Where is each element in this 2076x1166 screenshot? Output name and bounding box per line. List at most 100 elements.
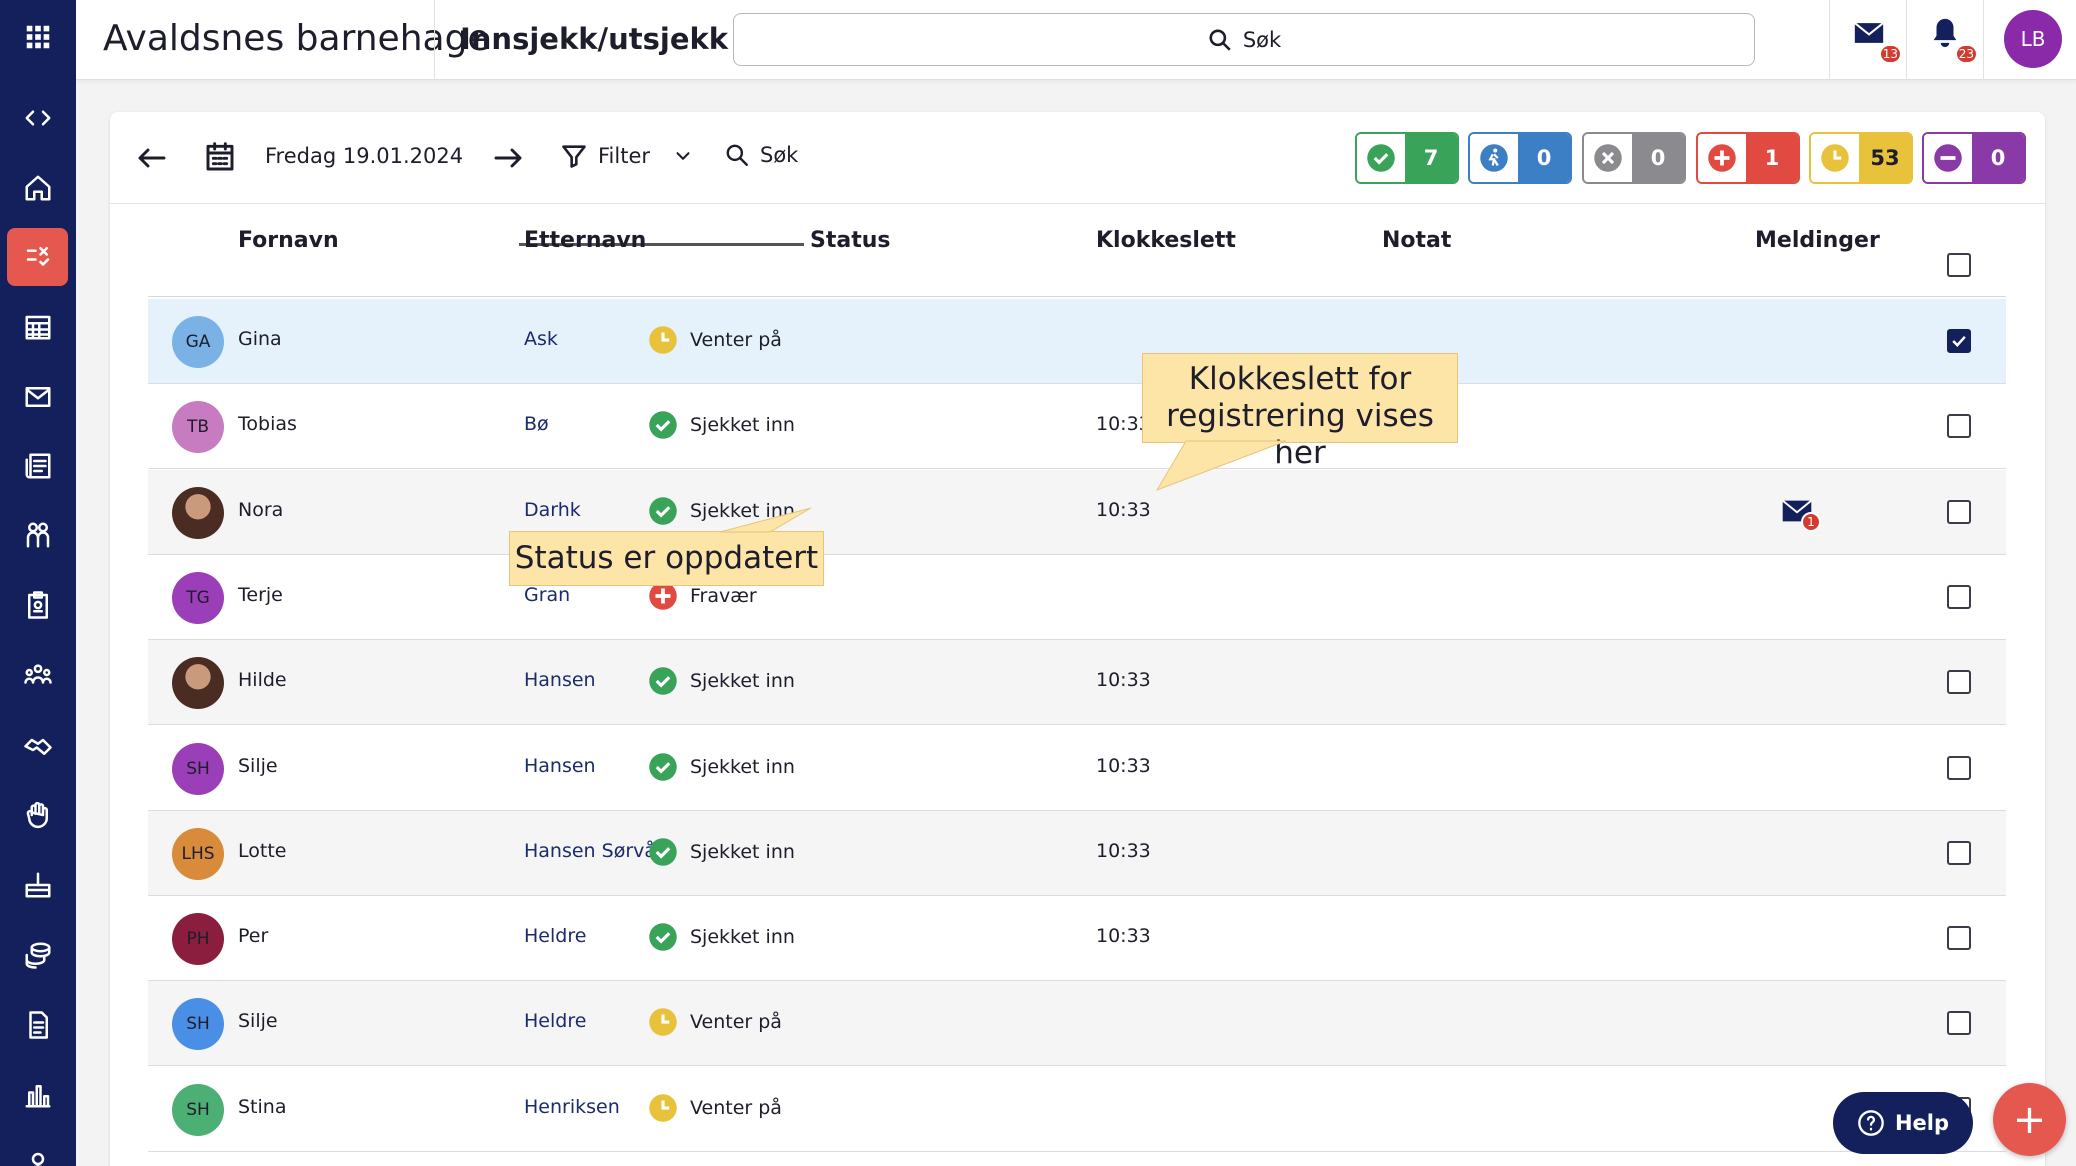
table-row[interactable]: LHS Lotte Hansen Sørvåg Sjekket inn 10:33 — [148, 810, 2006, 896]
time-cell: 10:33 — [1096, 925, 1151, 948]
date-label[interactable]: Fredag 19.01.2024 — [265, 144, 463, 168]
last-name[interactable]: Darhk — [524, 499, 581, 521]
last-name[interactable]: Hansen Sørvåg — [524, 840, 668, 862]
calendar-icon[interactable] — [7, 298, 68, 356]
table-row[interactable]: Nora Darhk Sjekket inn 10:33 1 — [148, 469, 2006, 555]
news-icon[interactable] — [7, 437, 68, 495]
first-name[interactable]: Silje — [238, 755, 278, 777]
first-name[interactable]: Gina — [238, 328, 282, 350]
mail-icon[interactable] — [7, 368, 68, 426]
column-header-klokkeslett[interactable]: Klokkeslett — [1096, 228, 1236, 253]
row-checkbox[interactable] — [1947, 840, 1971, 865]
row-checkbox[interactable] — [1947, 329, 1971, 353]
header-divider — [1829, 0, 1830, 80]
counter-absent[interactable]: 0 — [1582, 132, 1686, 184]
table-row[interactable]: SH Stina Henriksen Venter på — [148, 1067, 2006, 1152]
table-row[interactable]: GA Gina Ask Venter på — [148, 299, 2006, 384]
last-name[interactable]: Hansen — [524, 669, 596, 691]
last-name[interactable]: Henriksen — [524, 1096, 620, 1118]
next-day-button[interactable] — [492, 142, 524, 174]
column-header-meldinger[interactable]: Meldinger — [1755, 228, 1880, 253]
notifications-button[interactable]: 23 — [1928, 16, 1978, 66]
prev-day-button[interactable] — [136, 142, 168, 174]
children-icon[interactable] — [7, 506, 68, 564]
home-icon[interactable] — [7, 159, 68, 217]
table-row[interactable]: TG Terje Gran Fravær — [148, 555, 2006, 640]
first-name[interactable]: Lotte — [238, 840, 286, 862]
last-name[interactable]: Heldre — [524, 925, 586, 947]
counter-off[interactable]: 0 — [1922, 132, 2026, 184]
first-name[interactable]: Tobias — [238, 413, 297, 435]
last-name[interactable]: Ask — [524, 328, 558, 350]
table-row[interactable]: TB Tobias Bø Sjekket inn 10:33 — [148, 384, 2006, 470]
table-row[interactable]: SH Silje Heldre Venter på — [148, 981, 2006, 1067]
global-search-input[interactable]: Søk — [733, 13, 1755, 66]
time-cell: 10:33 — [1096, 754, 1151, 777]
row-checkbox[interactable] — [1947, 926, 1971, 951]
groups-icon[interactable] — [7, 646, 68, 704]
first-name[interactable]: Silje — [238, 1010, 278, 1032]
last-name[interactable]: Bø — [524, 413, 549, 435]
status-cell[interactable]: Sjekket inn — [648, 922, 795, 952]
chart-icon[interactable] — [7, 1066, 68, 1124]
status-cell[interactable]: Sjekket inn — [648, 752, 795, 782]
person-icon[interactable] — [7, 1135, 68, 1166]
first-name[interactable]: Terje — [238, 584, 283, 606]
status-cell[interactable]: Sjekket inn — [648, 837, 795, 867]
table-search-button[interactable]: Søk — [724, 142, 798, 168]
user-avatar[interactable]: LB — [2004, 10, 2062, 68]
row-checkbox[interactable] — [1947, 414, 1971, 439]
checkin-icon[interactable] — [7, 228, 68, 286]
column-header-etternavn[interactable]: Etternavn — [524, 228, 646, 253]
last-name[interactable]: Hansen — [524, 755, 596, 777]
callout-tail — [1156, 440, 1286, 491]
last-name[interactable]: Heldre — [524, 1010, 586, 1032]
row-checkbox[interactable] — [1947, 584, 1971, 609]
counter-walking[interactable]: 0 — [1468, 132, 1572, 184]
status-cell[interactable]: Sjekket inn — [648, 666, 795, 696]
clock-icon — [648, 325, 678, 355]
help-button[interactable]: Help — [1833, 1092, 1973, 1154]
counter-checked-in[interactable]: 7 — [1355, 132, 1459, 184]
counter-waiting[interactable]: 53 — [1809, 132, 1913, 184]
mail-button[interactable]: 13 — [1852, 16, 1902, 66]
birthday-icon[interactable] — [7, 856, 68, 914]
hand-icon[interactable] — [7, 786, 68, 844]
message-icon[interactable]: 1 — [1781, 498, 1821, 532]
status-cell[interactable]: Venter på — [648, 1093, 782, 1123]
status-cell[interactable]: Venter på — [648, 1007, 782, 1037]
collapse-icon[interactable] — [7, 89, 68, 147]
counter-value: 0 — [1518, 134, 1570, 182]
first-name[interactable]: Stina — [238, 1096, 286, 1118]
apps-grid-icon[interactable] — [7, 8, 68, 66]
column-header-status[interactable]: Status — [810, 228, 890, 253]
column-header-fornavn[interactable]: Fornavn — [238, 228, 339, 253]
first-name[interactable]: Per — [238, 925, 268, 947]
first-name[interactable]: Hilde — [238, 669, 287, 691]
counter-value: 0 — [1972, 134, 2024, 182]
calendar-button[interactable] — [204, 141, 236, 173]
counter-sick[interactable]: 1 — [1696, 132, 1800, 184]
first-name[interactable]: Nora — [238, 499, 283, 521]
row-checkbox[interactable] — [1947, 755, 1971, 780]
money-icon[interactable] — [7, 926, 68, 984]
add-button[interactable]: + — [1993, 1083, 2066, 1156]
filter-button[interactable]: Filter — [560, 142, 694, 170]
table-row[interactable]: Hilde Hansen Sjekket inn 10:33 — [148, 640, 2006, 726]
row-checkbox[interactable] — [1947, 670, 1971, 695]
status-cell[interactable]: Sjekket inn — [648, 410, 795, 440]
row-checkbox[interactable] — [1947, 1011, 1971, 1036]
minus-circle-icon — [1924, 134, 1972, 182]
badge-icon[interactable] — [7, 576, 68, 634]
table-row[interactable]: PH Per Heldre Sjekket inn 10:33 — [148, 896, 2006, 982]
handshake-icon[interactable] — [7, 716, 68, 774]
table-row[interactable]: SH Silje Hansen Sjekket inn 10:33 — [148, 726, 2006, 811]
document-icon[interactable] — [7, 996, 68, 1054]
clock-icon — [1811, 134, 1859, 182]
status-cell[interactable]: Venter på — [648, 325, 782, 355]
select-all-checkbox[interactable] — [1947, 253, 1971, 277]
row-checkbox[interactable] — [1947, 499, 1971, 524]
org-name[interactable]: Avaldsnes barnehage — [103, 18, 490, 59]
last-name[interactable]: Gran — [524, 584, 570, 606]
column-header-notat[interactable]: Notat — [1382, 228, 1451, 253]
